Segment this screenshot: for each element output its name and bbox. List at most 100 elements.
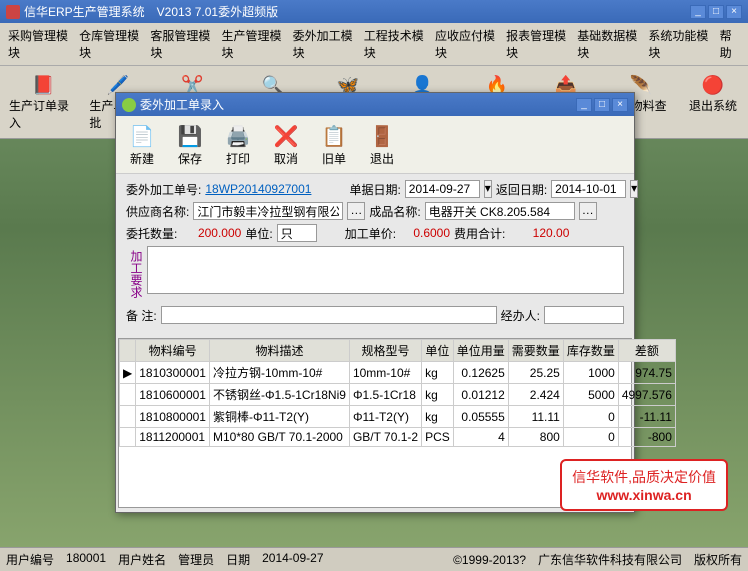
dialog-button[interactable]: 🚪退出 [360, 120, 404, 169]
cell[interactable]: 0.01212 [453, 384, 508, 406]
column-header[interactable]: 物料编号 [136, 340, 210, 362]
cell[interactable]: kg [422, 406, 454, 428]
row-selector[interactable] [120, 406, 136, 428]
cell[interactable]: 25.25 [508, 362, 563, 384]
cell[interactable]: 冷拉方钢-10mm-10# [209, 362, 349, 384]
cell[interactable]: 1000 [563, 362, 618, 384]
cell[interactable]: 1810300001 [136, 362, 210, 384]
dialog-button[interactable]: 💾保存 [168, 120, 212, 169]
row-selector[interactable]: ▶ [120, 362, 136, 384]
total-label: 费用合计: [454, 225, 505, 242]
menu-item[interactable]: 采购管理模块 [4, 25, 73, 63]
cell[interactable]: PCS [422, 428, 454, 447]
cell[interactable]: 0 [563, 406, 618, 428]
unit-input[interactable] [277, 224, 317, 242]
table-row[interactable]: 1810600001不锈钢丝-Φ1.5-1Cr18Ni9Φ1.5-1Cr18kg… [120, 384, 676, 406]
dlg-label: 新建 [130, 150, 154, 167]
dialog-button[interactable]: 📄新建 [120, 120, 164, 169]
table-row[interactable]: 1810800001紫铜棒-Φ11-T2(Y)Φ11-T2(Y)kg0.0555… [120, 406, 676, 428]
copyright: ©1999-2013? 广东信华软件科技有限公司 版权所有 [453, 551, 742, 568]
product-input[interactable] [425, 202, 575, 220]
maximize-icon[interactable]: □ [594, 98, 610, 112]
supplier-lookup-icon[interactable]: … [347, 202, 365, 220]
date-picker-icon[interactable]: ▾ [484, 180, 492, 198]
cell[interactable]: 紫铜棒-Φ11-T2(Y) [209, 406, 349, 428]
return-label: 返回日期: [496, 181, 547, 198]
order-no-link[interactable]: 18WP20140927001 [205, 182, 311, 196]
dialog-icon [122, 98, 136, 112]
dlg-label: 打印 [226, 150, 250, 167]
cell[interactable]: 1811200001 [136, 428, 210, 447]
cell[interactable]: 0.05555 [453, 406, 508, 428]
cell[interactable]: 974.75 [618, 362, 675, 384]
column-header[interactable]: 单位 [422, 340, 454, 362]
column-header[interactable]: 物料描述 [209, 340, 349, 362]
menu-item[interactable]: 帮助 [716, 25, 744, 63]
product-lookup-icon[interactable]: … [579, 202, 597, 220]
row-selector[interactable] [120, 428, 136, 447]
cell[interactable]: Φ11-T2(Y) [349, 406, 421, 428]
column-header[interactable]: 需要数量 [508, 340, 563, 362]
remark-input[interactable] [161, 306, 497, 324]
tool-icon: 🔴 [701, 73, 725, 97]
cell[interactable]: -800 [618, 428, 675, 447]
minimize-icon[interactable]: _ [576, 98, 592, 112]
return-input[interactable] [551, 180, 626, 198]
cell[interactable]: 5000 [563, 384, 618, 406]
dialog-button[interactable]: 🖨️打印 [216, 120, 260, 169]
uid-label: 用户编号 [6, 551, 54, 568]
supplier-input[interactable] [193, 202, 343, 220]
dialog-button[interactable]: ❌取消 [264, 120, 308, 169]
menu-item[interactable]: 生产管理模块 [217, 25, 286, 63]
column-header[interactable]: 差额 [618, 340, 675, 362]
statusbar: 用户编号 180001 用户姓名 管理员 日期 2014-09-27 ©1999… [0, 547, 748, 571]
date-input[interactable] [405, 180, 480, 198]
column-header[interactable]: 库存数量 [563, 340, 618, 362]
cell[interactable]: 1810800001 [136, 406, 210, 428]
cell[interactable]: 不锈钢丝-Φ1.5-1Cr18Ni9 [209, 384, 349, 406]
close-icon[interactable]: × [612, 98, 628, 112]
cell[interactable]: 800 [508, 428, 563, 447]
cell[interactable]: 0.12625 [453, 362, 508, 384]
cell[interactable]: kg [422, 362, 454, 384]
column-header[interactable]: 规格型号 [349, 340, 421, 362]
cell[interactable]: 4997.576 [618, 384, 675, 406]
cell[interactable]: M10*80 GB/T 70.1-2000 [209, 428, 349, 447]
menu-item[interactable]: 报表管理模块 [502, 25, 571, 63]
close-icon[interactable]: × [726, 5, 742, 19]
dlg-icon: 🖨️ [224, 122, 252, 150]
table-row[interactable]: ▶1810300001冷拉方钢-10mm-10#10mm-10#kg0.1262… [120, 362, 676, 384]
cell[interactable]: 1810600001 [136, 384, 210, 406]
menu-item[interactable]: 委外加工模块 [289, 25, 358, 63]
menu-item[interactable]: 客服管理模块 [146, 25, 215, 63]
cell[interactable]: 2.424 [508, 384, 563, 406]
cell[interactable]: GB/T 70.1-2 [349, 428, 421, 447]
maximize-icon[interactable]: □ [708, 5, 724, 19]
requirement-textarea[interactable] [147, 246, 624, 294]
dlg-icon: 💾 [176, 122, 204, 150]
menu-item[interactable]: 应收应付模块 [431, 25, 500, 63]
cell[interactable]: kg [422, 384, 454, 406]
menu-item[interactable]: 系统功能模块 [644, 25, 713, 63]
tool-icon: 📕 [31, 73, 55, 97]
cell[interactable]: 0 [563, 428, 618, 447]
column-header[interactable]: 单位用量 [453, 340, 508, 362]
requirement-label: 加工要求 [126, 246, 147, 302]
minimize-icon[interactable]: _ [690, 5, 706, 19]
menu-item[interactable]: 仓库管理模块 [75, 25, 144, 63]
cell[interactable]: 4 [453, 428, 508, 447]
row-selector[interactable] [120, 384, 136, 406]
menu-item[interactable]: 基础数据模块 [573, 25, 642, 63]
tool-label: 退出系统 [689, 97, 737, 114]
cell[interactable]: 11.11 [508, 406, 563, 428]
toolbar-button[interactable]: 🔴退出系统 [682, 70, 744, 134]
return-picker-icon[interactable]: ▾ [630, 180, 638, 198]
cell[interactable]: -11.11 [618, 406, 675, 428]
cell[interactable]: 10mm-10# [349, 362, 421, 384]
cell[interactable]: Φ1.5-1Cr18 [349, 384, 421, 406]
handler-input[interactable] [544, 306, 624, 324]
dialog-button[interactable]: 📋旧单 [312, 120, 356, 169]
menu-item[interactable]: 工程技术模块 [360, 25, 429, 63]
toolbar-button[interactable]: 📕生产订单录入 [4, 70, 82, 134]
table-row[interactable]: 1811200001M10*80 GB/T 70.1-2000GB/T 70.1… [120, 428, 676, 447]
